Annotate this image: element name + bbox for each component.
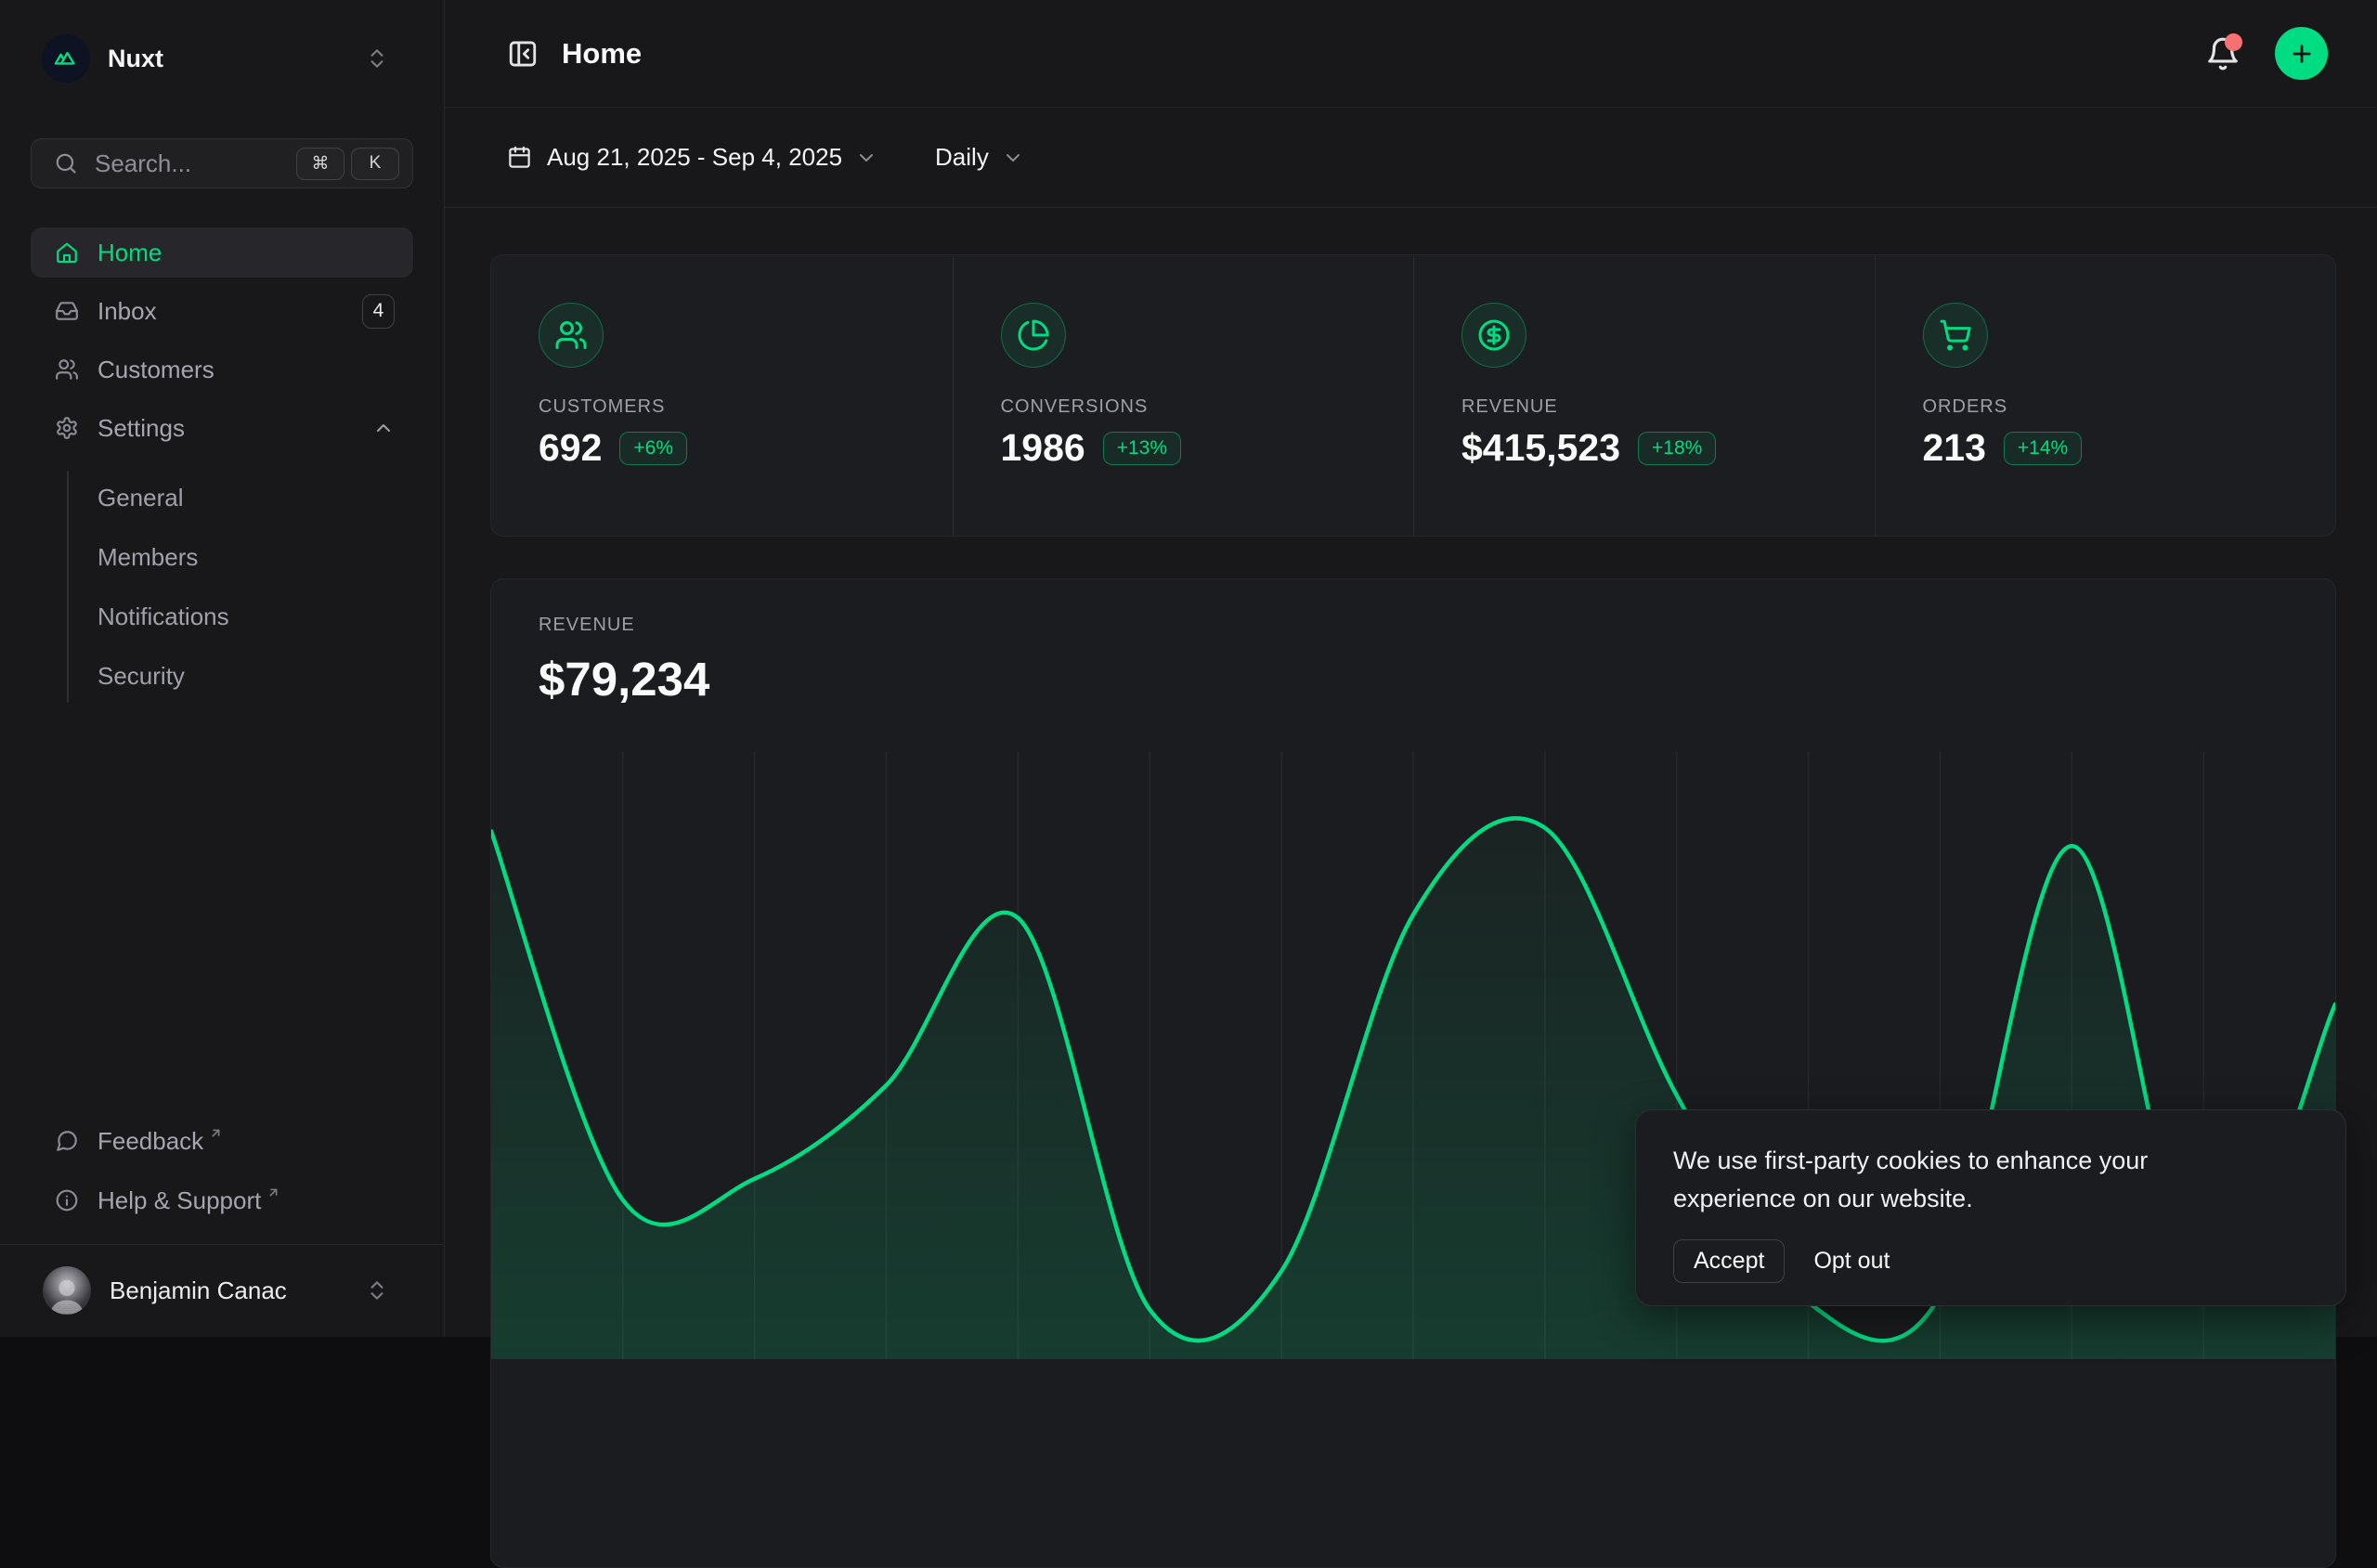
stats-row: CUSTOMERS 692 +6% CONVERSIONS 1986 +13% <box>490 254 2336 537</box>
stat-card-conversions[interactable]: CONVERSIONS 1986 +13% <box>953 255 1414 536</box>
accept-button[interactable]: Accept <box>1673 1239 1785 1283</box>
nuxt-logo-icon <box>42 34 90 83</box>
page-header: Home <box>445 0 2377 108</box>
search-shortcut: ⌘ K <box>296 148 399 180</box>
chart-pie-icon <box>1001 303 1066 368</box>
chevron-down-icon <box>855 147 877 169</box>
kbd-k: K <box>351 148 399 180</box>
stat-card-revenue[interactable]: REVENUE $415,523 +18% <box>1413 255 1875 536</box>
notifications-button[interactable] <box>2205 36 2241 71</box>
sidebar-item-home[interactable]: Home <box>31 227 413 278</box>
arrow-up-right-icon <box>209 1126 223 1140</box>
date-range-label: Aug 21, 2025 - Sep 4, 2025 <box>547 143 842 172</box>
stat-value: 1986 <box>1001 429 1085 467</box>
sidebar-item-label: Home <box>97 239 162 267</box>
search-placeholder: Search... <box>95 149 191 178</box>
granularity-select[interactable]: Daily <box>935 143 1024 172</box>
sidebar-subitem-general[interactable]: General <box>31 473 413 523</box>
calendar-icon <box>507 145 532 170</box>
house-icon <box>55 240 79 265</box>
settings-children: General Members Notifications Security <box>31 473 413 701</box>
stat-delta-badge: +14% <box>2004 432 2082 465</box>
sidebar-secondary: Feedback Help & Support <box>31 1117 413 1225</box>
sidebar-subitem-security[interactable]: Security <box>31 652 413 701</box>
chevrons-up-down-icon <box>365 1278 389 1302</box>
stat-label: REVENUE <box>1461 396 1875 418</box>
notification-dot <box>2225 33 2242 51</box>
help-support-link[interactable]: Help & Support <box>31 1176 413 1225</box>
inbox-count-badge: 4 <box>362 294 395 329</box>
message-circle-icon <box>55 1129 79 1153</box>
inbox-icon <box>55 299 79 323</box>
granularity-label: Daily <box>935 143 989 172</box>
chevron-up-icon <box>372 417 395 439</box>
sidebar-item-customers[interactable]: Customers <box>31 344 413 395</box>
avatar <box>43 1266 91 1315</box>
stat-value: 213 <box>1923 429 1986 467</box>
arrow-up-right-icon <box>266 1186 280 1199</box>
stat-label: CONVERSIONS <box>1001 396 1414 418</box>
user-menu[interactable]: Benjamin Canac <box>31 1263 413 1318</box>
revenue-chart-total: $79,234 <box>539 652 709 706</box>
shopping-cart-icon <box>1923 303 1988 368</box>
revenue-chart-card: REVENUE $79,234 <box>490 578 2336 1568</box>
tree-guide-line <box>67 471 69 703</box>
stat-value: $415,523 <box>1461 429 1620 467</box>
stat-delta-badge: +18% <box>1638 432 1716 465</box>
sidebar-item-inbox[interactable]: Inbox 4 <box>31 286 413 336</box>
chevron-down-icon <box>1002 147 1024 169</box>
sidebar-subitem-members[interactable]: Members <box>31 533 413 582</box>
stat-label: CUSTOMERS <box>539 396 953 418</box>
sidebar-subitem-notifications[interactable]: Notifications <box>31 592 413 641</box>
sidebar-item-label: Customers <box>97 356 214 384</box>
sidebar-item-label: Settings <box>97 414 185 443</box>
search-icon <box>54 151 78 175</box>
page-title: Home <box>562 37 642 71</box>
add-button[interactable] <box>2275 27 2328 80</box>
date-range-picker[interactable]: Aug 21, 2025 - Sep 4, 2025 <box>507 143 877 172</box>
sidebar-item-label: Inbox <box>97 297 157 326</box>
stat-value: 692 <box>539 429 602 467</box>
sidebar-nav: Home Inbox 4 Customers Settings <box>31 227 413 701</box>
stat-card-orders[interactable]: ORDERS 213 +14% <box>1875 255 2336 536</box>
sidebar-divider <box>0 1244 444 1245</box>
cookie-banner: We use first-party cookies to enhance yo… <box>1635 1109 2346 1306</box>
panel-left-close-icon[interactable] <box>507 38 539 70</box>
workspace-name: Nuxt <box>108 45 163 73</box>
info-circle-icon <box>55 1188 79 1212</box>
feedback-link[interactable]: Feedback <box>31 1117 413 1165</box>
stat-delta-badge: +13% <box>1103 432 1181 465</box>
chevrons-up-down-icon <box>365 46 389 71</box>
user-name: Benjamin Canac <box>110 1276 287 1305</box>
sidebar-item-settings[interactable]: Settings <box>31 403 413 453</box>
circle-dollar-sign-icon <box>1461 303 1526 368</box>
filters-toolbar: Aug 21, 2025 - Sep 4, 2025 Daily <box>445 108 2377 208</box>
revenue-chart-label: REVENUE <box>539 615 635 636</box>
sidebar: Nuxt Search... ⌘ K Home Inbox 4 <box>0 0 445 1337</box>
users-icon <box>539 303 604 368</box>
opt-out-button[interactable]: Opt out <box>1813 1240 1890 1282</box>
cookie-message: We use first-party cookies to enhance yo… <box>1673 1142 2267 1218</box>
settings-gear-icon <box>55 416 79 440</box>
kbd-command: ⌘ <box>296 148 344 180</box>
plus-icon <box>2289 41 2315 67</box>
stat-delta-badge: +6% <box>619 432 687 465</box>
search-input[interactable]: Search... ⌘ K <box>31 138 413 188</box>
workspace-selector[interactable]: Nuxt <box>31 32 413 85</box>
users-icon <box>55 357 79 382</box>
stat-card-customers[interactable]: CUSTOMERS 692 +6% <box>491 255 953 536</box>
stat-label: ORDERS <box>1923 396 2336 418</box>
